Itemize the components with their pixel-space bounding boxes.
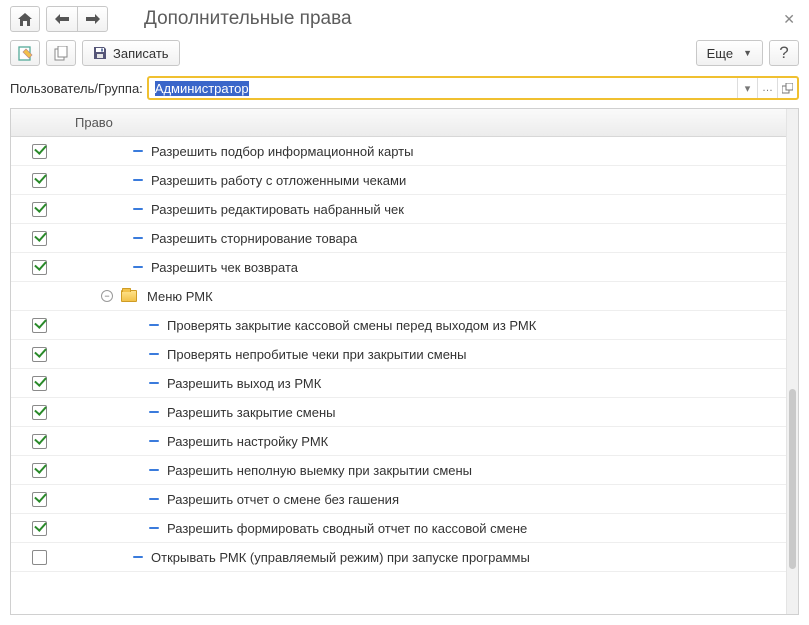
forward-button[interactable]: [77, 7, 107, 31]
folder-icon: [121, 290, 137, 302]
copy-icon: [54, 46, 69, 61]
collapse-toggle[interactable]: −: [101, 290, 113, 302]
more-button-label: Еще: [707, 46, 733, 61]
checkbox[interactable]: [32, 463, 47, 478]
bullet-icon: [149, 440, 159, 442]
chevron-down-icon: ▾: [745, 82, 751, 95]
table-row[interactable]: Разрешить чек возврата: [11, 253, 786, 282]
save-button-label: Записать: [113, 46, 169, 61]
checkbox[interactable]: [32, 492, 47, 507]
close-button[interactable]: ✕: [779, 11, 799, 28]
column-header-right: Право: [67, 115, 786, 130]
checkbox[interactable]: [32, 376, 47, 391]
back-button[interactable]: [47, 7, 77, 31]
group-label: Меню РМК: [147, 289, 213, 304]
table-row[interactable]: Разрешить настройку РМК: [11, 427, 786, 456]
table-row[interactable]: Открывать РМК (управляемый режим) при за…: [11, 543, 786, 572]
copy-button[interactable]: [46, 40, 76, 66]
page-title: Дополнительные права: [144, 8, 767, 30]
table-row[interactable]: Разрешить редактировать набранный чек: [11, 195, 786, 224]
checkbox[interactable]: [32, 231, 47, 246]
checkbox[interactable]: [32, 202, 47, 217]
bullet-icon: [149, 324, 159, 326]
table-row[interactable]: Разрешить сторнирование товара: [11, 224, 786, 253]
more-button[interactable]: Еще ▼: [696, 40, 763, 66]
save-icon: [93, 46, 107, 60]
help-button[interactable]: ?: [769, 40, 799, 66]
item-label: Проверять непробитые чеки при закрытии с…: [167, 347, 466, 362]
bullet-icon: [133, 208, 143, 210]
bullet-icon: [149, 469, 159, 471]
item-label: Разрешить редактировать набранный чек: [151, 202, 404, 217]
table-row[interactable]: Разрешить подбор информационной карты: [11, 137, 786, 166]
table-row[interactable]: Разрешить неполную выемку при закрытии с…: [11, 456, 786, 485]
table-row[interactable]: Проверять непробитые чеки при закрытии с…: [11, 340, 786, 369]
item-label: Разрешить настройку РМК: [167, 434, 328, 449]
chevron-down-icon: ▼: [743, 48, 752, 58]
item-label: Разрешить работу с отложенными чеками: [151, 173, 406, 188]
table-row[interactable]: Разрешить работу с отложенными чеками: [11, 166, 786, 195]
item-label: Разрешить подбор информационной карты: [151, 144, 413, 159]
ellipsis-icon: …: [762, 82, 773, 94]
item-label: Разрешить формировать сводный отчет по к…: [167, 521, 527, 536]
checkbox[interactable]: [32, 260, 47, 275]
bullet-icon: [133, 556, 143, 558]
item-label: Открывать РМК (управляемый режим) при за…: [151, 550, 530, 565]
popup-icon: [782, 83, 793, 94]
home-button[interactable]: [10, 6, 40, 32]
scrollbar[interactable]: [786, 109, 798, 614]
bullet-icon: [133, 237, 143, 239]
save-button[interactable]: Записать: [82, 40, 180, 66]
combo-dropdown-button[interactable]: ▾: [737, 78, 757, 98]
checkbox[interactable]: [32, 434, 47, 449]
table-row[interactable]: Проверять закрытие кассовой смены перед …: [11, 311, 786, 340]
table-row[interactable]: Разрешить выход из РМК: [11, 369, 786, 398]
table-row[interactable]: Разрешить формировать сводный отчет по к…: [11, 514, 786, 543]
bullet-icon: [133, 179, 143, 181]
bullet-icon: [149, 382, 159, 384]
arrow-right-icon: [86, 14, 100, 24]
help-icon: ?: [779, 43, 788, 63]
bullet-icon: [149, 498, 159, 500]
user-group-combo[interactable]: ▾ …: [147, 76, 799, 100]
bullet-icon: [149, 411, 159, 413]
edit-button[interactable]: [10, 40, 40, 66]
item-label: Разрешить отчет о смене без гашения: [167, 492, 399, 507]
item-label: Разрешить сторнирование товара: [151, 231, 357, 246]
edit-icon: [18, 46, 33, 61]
item-label: Разрешить неполную выемку при закрытии с…: [167, 463, 472, 478]
arrow-left-icon: [55, 14, 69, 24]
table-row[interactable]: Разрешить закрытие смены: [11, 398, 786, 427]
checkbox[interactable]: [32, 550, 47, 565]
table-row[interactable]: Разрешить отчет о смене без гашения: [11, 485, 786, 514]
bullet-icon: [133, 266, 143, 268]
group-row[interactable]: − Меню РМК: [11, 282, 786, 311]
item-label: Разрешить чек возврата: [151, 260, 298, 275]
checkbox[interactable]: [32, 405, 47, 420]
item-label: Проверять закрытие кассовой смены перед …: [167, 318, 536, 333]
bullet-icon: [149, 353, 159, 355]
scrollbar-thumb[interactable]: [789, 389, 796, 569]
bullet-icon: [149, 527, 159, 529]
item-label: Разрешить выход из РМК: [167, 376, 321, 391]
bullet-icon: [133, 150, 143, 152]
checkbox[interactable]: [32, 318, 47, 333]
combo-open-button[interactable]: [777, 78, 797, 98]
combo-select-button[interactable]: …: [757, 78, 777, 98]
user-group-input[interactable]: [149, 78, 737, 98]
user-group-label: Пользователь/Группа:: [10, 81, 143, 96]
close-icon: ✕: [783, 11, 795, 27]
checkbox[interactable]: [32, 347, 47, 362]
checkbox[interactable]: [32, 173, 47, 188]
checkbox[interactable]: [32, 144, 47, 159]
item-label: Разрешить закрытие смены: [167, 405, 335, 420]
home-icon: [18, 13, 32, 26]
checkbox[interactable]: [32, 521, 47, 536]
